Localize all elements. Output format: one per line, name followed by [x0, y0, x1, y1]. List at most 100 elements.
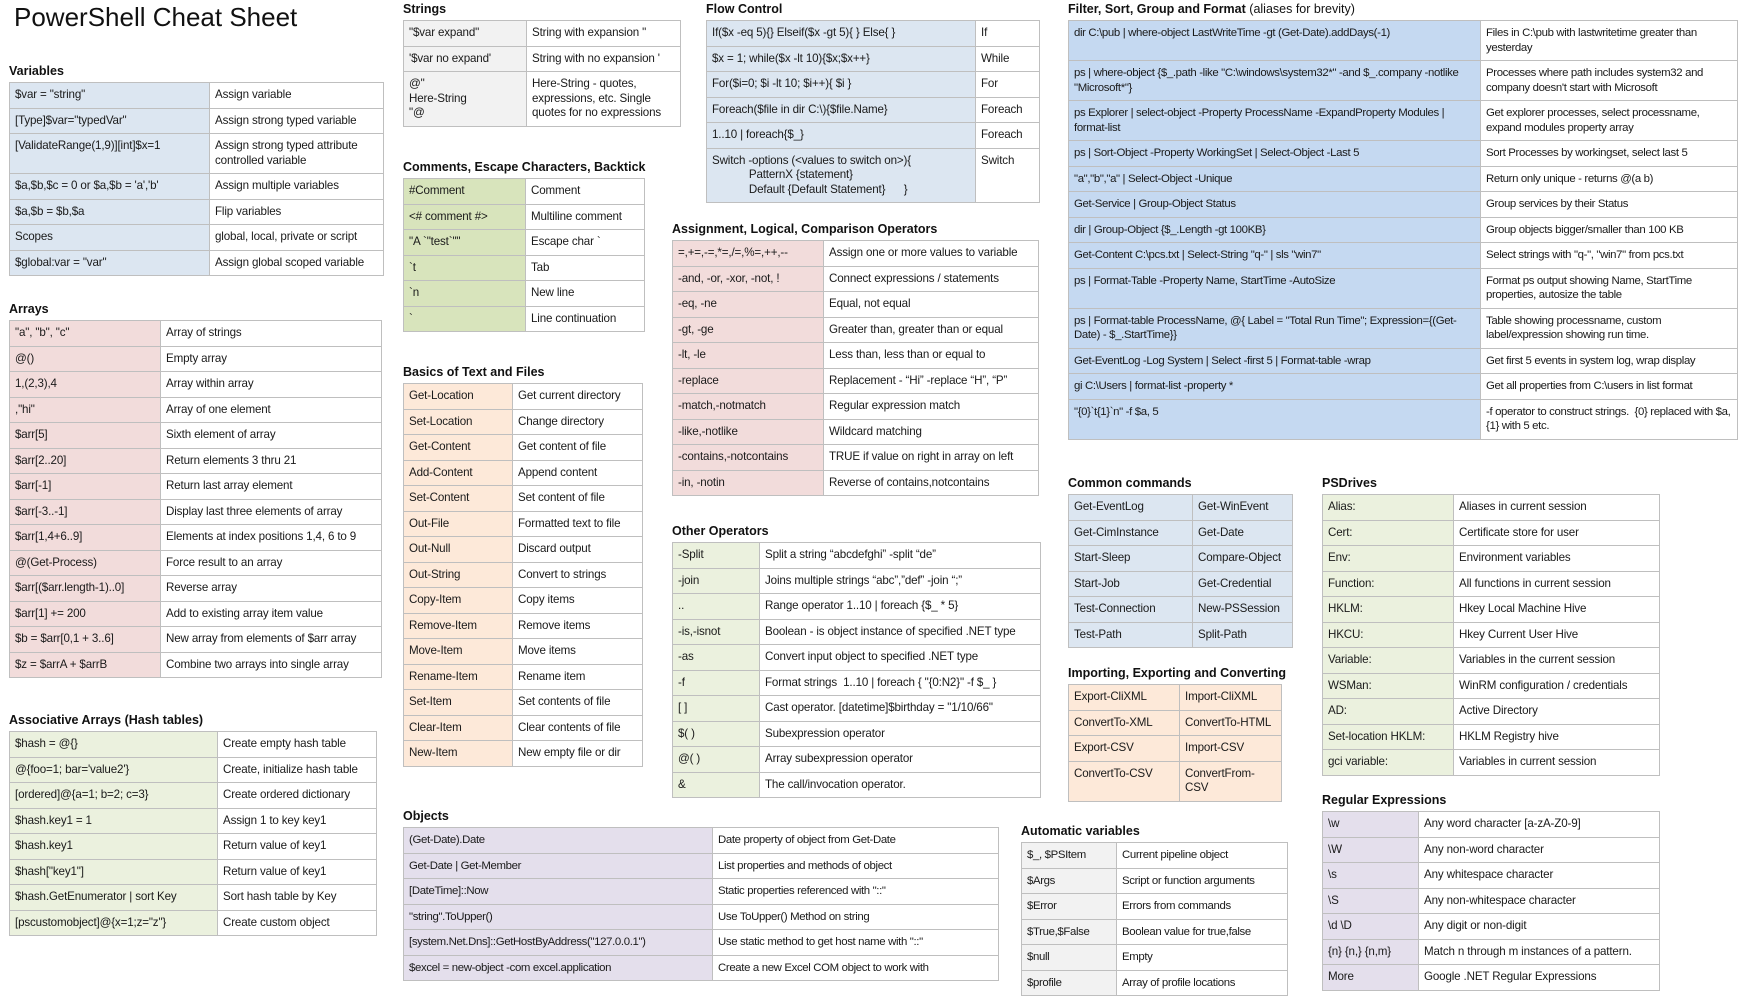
table-row: \s Any whitespace character [1322, 862, 1660, 889]
table-row: Get-Content Get content of file [403, 434, 643, 461]
description-cell: Remove items [512, 612, 643, 639]
command-cell: gi C:\Users | format-list -property * [1068, 373, 1481, 400]
objects-heading: Objects [403, 809, 999, 827]
command-cell: @() [9, 345, 161, 372]
command-cell: @( ) [672, 746, 760, 773]
table-row: "string".ToUpper() Use ToUpper() Method o… [403, 903, 999, 930]
common-commands-table: Get-EventLog Get-WinEvent Get-CimInstance G… [1068, 494, 1293, 648]
table-row: [system.Net.Dns]::GetHostByAddress("127.… [403, 929, 999, 956]
command-cell: "string".ToUpper() [403, 903, 713, 930]
command-cell: "a","b","a" | Select-Object -Unique [1068, 165, 1481, 192]
table-row: Get-EventLog Get-WinEvent [1068, 494, 1293, 521]
table-row: $hash = @{} Create empty hash table [9, 731, 377, 758]
importing-heading: Importing, Exporting and Converting [1068, 666, 1286, 684]
description-cell: Array of profile locations [1116, 969, 1288, 996]
command-cell: Get-EventLog -Log System | Select -first… [1068, 347, 1481, 374]
table-row: Start-Sleep Compare-Object [1068, 545, 1293, 572]
description-cell: Get-Credential [1192, 570, 1293, 597]
command-cell: Get-Date | Get-Member [403, 852, 713, 879]
command-cell: Test-Path [1068, 621, 1193, 648]
description-cell: Get explorer processes, select processna… [1480, 100, 1738, 141]
command-cell: -f [672, 669, 760, 696]
table-row: `n New line [403, 280, 645, 307]
description-cell: Static properties referenced with "::" [712, 878, 999, 905]
command-cell: `t [403, 254, 526, 281]
table-row: -lt, -le Less than, less than or equal to [672, 342, 1039, 369]
psdrives-heading: PSDrives [1322, 476, 1660, 494]
table-row: -is,-isnot Boolean - is object instance o… [672, 618, 1041, 645]
description-cell: Hkey Local Machine Hive [1453, 596, 1660, 623]
table-row: gci variable: Variables in current sessio… [1322, 749, 1660, 776]
command-cell: $null [1021, 944, 1117, 971]
table-row: -eq, -ne Equal, not equal [672, 291, 1039, 318]
section-subtitle: (aliases for brevity) [1249, 2, 1355, 16]
description-cell: Use ToUpper() Method on string [712, 903, 999, 930]
table-row: Switch -options (<values to switch on>){… [706, 147, 1040, 203]
table-row: "A `"test`"" Escape char ` [403, 229, 645, 256]
command-cell: $var = "string" [9, 82, 210, 109]
description-cell: Change directory [512, 408, 643, 435]
description-cell: Sort Processes by workingset, select las… [1480, 140, 1738, 167]
description-cell: Get all properties from C:\users in list… [1480, 373, 1738, 400]
description-cell: Discard output [512, 536, 643, 563]
command-cell: -lt, -le [672, 342, 824, 369]
description-cell: Copy items [512, 587, 643, 614]
command-cell: \W [1322, 836, 1419, 863]
command-cell: Function: [1322, 570, 1454, 597]
command-cell: Out-File [403, 510, 513, 537]
command-cell: \S [1322, 887, 1419, 914]
table-row: $x = 1; while($x -lt 10){$x;$x++} While [706, 45, 1040, 72]
command-cell: -eq, -ne [672, 291, 824, 318]
description-cell: Equal, not equal [823, 291, 1039, 318]
table-row: -and, -or, -xor, -not, ! Connect expressi… [672, 265, 1039, 292]
regex-table: \w Any word character [a-zA-Z0-9] \W Any no… [1322, 811, 1660, 991]
table-row: @() Empty array [9, 345, 382, 372]
table-row: Export-CliXML Import-CliXML [1068, 684, 1282, 711]
description-cell: Variables in the current session [1453, 647, 1660, 674]
command-cell: $arr[-3..-1] [9, 498, 161, 525]
description-cell: Environment variables [1453, 545, 1660, 572]
command-cell: $hash.GetEnumerator | sort Key [9, 884, 218, 911]
command-cell: $hash.key1 [9, 833, 218, 860]
description-cell: Return value of key1 [217, 858, 377, 885]
table-row: Get-Date | Get-Member List properties and… [403, 852, 999, 879]
section-title: Associative Arrays (Hash tables) [9, 713, 204, 727]
description-cell: Here-String - quotes, expressions, etc. … [526, 71, 681, 127]
description-cell: WinRM configuration / credentials [1453, 672, 1660, 699]
command-cell: "a", "b", "c" [9, 320, 161, 347]
command-cell: $hash["key1"] [9, 858, 218, 885]
table-row: Scopes global, local, private or script [9, 224, 384, 251]
command-cell: $global:var = "var" [9, 249, 210, 276]
section-arrays: Arrays "a", "b", "c" Array of strings @() Em… [9, 302, 382, 678]
command-cell: -match,-notmatch [672, 393, 824, 420]
section-regex: Regular Expressions \w Any word character … [1322, 793, 1660, 991]
section-variables: Variables $var = "string" Assign variable[… [9, 64, 384, 276]
command-cell: $a,$b = $b,$a [9, 198, 210, 225]
table-row: @(Get-Process) Force result to an array [9, 549, 382, 576]
command-cell: Get-EventLog [1068, 494, 1193, 521]
table-row: $hash["key1"] Return value of key1 [9, 858, 377, 885]
description-cell: Split-Path [1192, 621, 1293, 648]
description-cell: -f operator to construct strings. {0} re… [1480, 398, 1738, 440]
description-cell: Get content of file [512, 434, 643, 461]
description-cell: Use static method to get host name with … [712, 929, 999, 956]
section-objects: Objects (Get-Date).Date Date property of o… [403, 809, 999, 981]
table-row: $arr[($arr.length-1)..0] Reverse array [9, 575, 382, 602]
command-cell: $a,$b,$c = 0 or $a,$b = 'a','b' [9, 173, 210, 200]
command-cell: $arr[1,4+6..9] [9, 524, 161, 551]
command-cell: .. [672, 593, 760, 620]
description-cell: Wildcard matching [823, 418, 1039, 445]
table-row: @( ) Array subexpression operator [672, 746, 1041, 773]
command-cell: #Comment [403, 178, 526, 205]
description-cell: String with no expansion ' [526, 45, 681, 72]
table-row: $b = $arr[0,1 + 3..6] New array from elem… [9, 626, 382, 653]
automatic-variables-heading: Automatic variables [1021, 824, 1288, 842]
operators-table: =,+=,-=,*=,/=,%=,++,-- Assign one or more… [672, 240, 1039, 496]
table-row: $a,$b = $b,$a Flip variables [9, 198, 384, 225]
section-filter: Filter, Sort, Group and Format (aliases … [1068, 2, 1738, 440]
command-cell: $hash = @{} [9, 731, 218, 758]
description-cell: Move items [512, 638, 643, 665]
section-automatic-variables: Automatic variables $_, $PSItem Current pi… [1021, 824, 1288, 996]
description-cell: Get-WinEvent [1192, 494, 1293, 521]
table-row: $Error Errors from commands [1021, 893, 1288, 920]
